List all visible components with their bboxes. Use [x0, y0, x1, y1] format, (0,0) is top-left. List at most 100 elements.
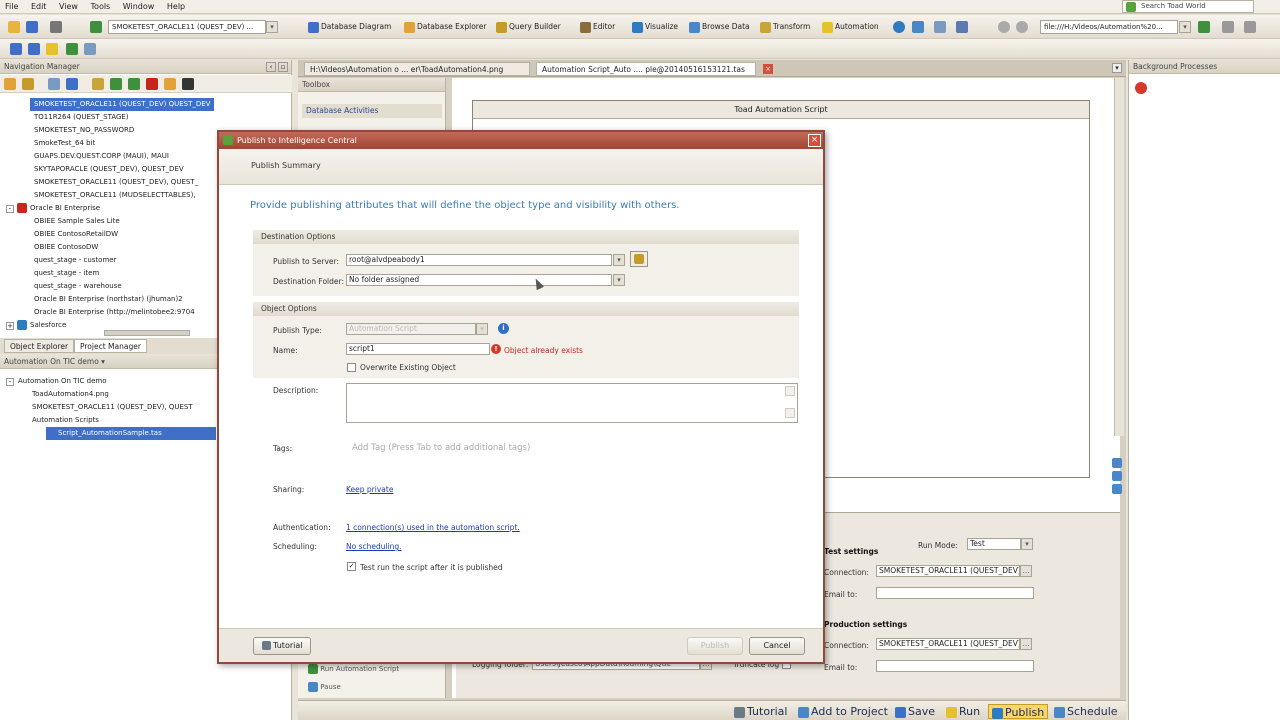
zoom-controls[interactable] [1112, 458, 1124, 498]
run-button[interactable]: Run [946, 704, 980, 719]
chevron-down-icon[interactable]: ▾ [613, 254, 625, 266]
menu-edit[interactable]: Edit [26, 0, 52, 13]
prod-email-field[interactable] [876, 660, 1034, 672]
tab-automation-script[interactable]: Automation Script_Auto .... ple@20140516… [536, 62, 756, 76]
cancel-button[interactable]: Cancel [749, 637, 805, 655]
collapse-icon[interactable]: - [6, 205, 14, 213]
tree-group[interactable]: Salesforce [30, 319, 66, 332]
tree-item[interactable]: quest_stage - customer [34, 254, 116, 267]
settings-icon[interactable] [1222, 21, 1234, 33]
overwrite-checkbox[interactable] [347, 363, 356, 372]
add-to-project-button[interactable]: Add to Project [798, 704, 888, 719]
automation-button[interactable]: Automation [822, 20, 879, 34]
name-field[interactable]: script1 [346, 343, 490, 355]
browse-icon[interactable]: … [1020, 638, 1032, 650]
toolbox-item[interactable]: Pause [308, 682, 341, 692]
authentication-link[interactable]: 1 connection(s) used in the automation s… [346, 523, 520, 532]
filter-icon[interactable] [164, 78, 176, 90]
tree-group[interactable]: Automation On TIC demo [18, 375, 106, 388]
description-textarea[interactable] [346, 383, 798, 423]
tree-item[interactable]: OBIEE ContosoRetailDW [34, 228, 118, 241]
pin-icon[interactable]: ▫ [278, 62, 288, 72]
tab-image-document[interactable]: H:\Videos\Automation o ... er\ToadAutoma… [304, 62, 530, 76]
add-icon[interactable] [66, 43, 78, 55]
chevron-down-icon[interactable]: ▾ [613, 274, 625, 286]
print-icon[interactable] [50, 21, 62, 33]
horizontal-scrollbar[interactable] [104, 330, 190, 336]
tree-item[interactable]: quest_stage - warehouse [34, 280, 122, 293]
tree-item[interactable]: SMOKETEST_ORACLE11 (QUEST_DEV), QUEST [32, 401, 193, 414]
sharing-link[interactable]: Keep private [346, 485, 393, 494]
tree-item[interactable]: ToadAutomation4.png [32, 388, 109, 401]
star-icon[interactable] [22, 78, 34, 90]
back-icon[interactable] [998, 21, 1010, 33]
info-icon[interactable]: i [498, 323, 509, 334]
tags-input[interactable]: Add Tag (Press Tab to add additional tag… [352, 443, 530, 453]
save-button[interactable]: Save [895, 704, 935, 719]
layout-icon[interactable] [956, 21, 968, 33]
visualize-button[interactable]: Visualize [632, 20, 678, 34]
save-icon[interactable] [26, 21, 38, 33]
close-icon[interactable]: × [763, 64, 773, 74]
chevron-down-icon[interactable]: ▾ [1112, 63, 1122, 73]
minimize-icon[interactable]: ‹ [266, 62, 276, 72]
test-run-checkbox[interactable]: ✓ [347, 562, 356, 571]
browse-icon[interactable]: … [1020, 565, 1032, 577]
query-builder-button[interactable]: Query Builder [496, 20, 561, 34]
tree-item[interactable]: quest_stage - item [34, 267, 99, 280]
search-input[interactable]: Search Toad World [1122, 0, 1254, 13]
fit-icon[interactable] [1112, 484, 1122, 494]
tree-item[interactable]: GUAPS.DEV.QUEST.CORP (MAUI), MAUI [34, 150, 169, 163]
folder-icon[interactable] [92, 78, 104, 90]
import-icon[interactable] [110, 78, 122, 90]
database-diagram-button[interactable]: Database Diagram [308, 20, 391, 34]
zoom-out-icon[interactable] [1112, 471, 1122, 481]
tree-group[interactable]: Automation Scripts [32, 414, 99, 427]
tree-item[interactable]: Oracle BI Enterprise (northstar) (jhuman… [34, 293, 183, 306]
connection-icon[interactable] [4, 78, 16, 90]
chevron-down-icon[interactable]: ▾ [1021, 538, 1033, 550]
tab-project-manager[interactable]: Project Manager [74, 339, 147, 353]
connection-combo[interactable]: SMOKETEST_ORACLE11 (QUEST_DEV) ... [108, 20, 266, 34]
new-icon[interactable] [8, 21, 20, 33]
tree-item[interactable]: SMOKETEST_NO_PASSWORD [34, 124, 134, 137]
publish-server-field[interactable]: root@alvdpeabody1 [346, 254, 612, 266]
browse-data-button[interactable]: Browse Data [689, 20, 750, 34]
lightning-icon[interactable] [46, 43, 58, 55]
panel-icon[interactable] [934, 21, 946, 33]
publish-button[interactable]: Publish [988, 704, 1049, 719]
prod-connection-field[interactable]: SMOKETEST_ORACLE11 (QUEST_DEV) [876, 638, 1020, 650]
tutorial-button[interactable]: Tutorial [253, 637, 311, 655]
tutorial-button[interactable]: Tutorial [734, 704, 787, 719]
link-icon[interactable] [48, 78, 60, 90]
database-explorer-button[interactable]: Database Explorer [404, 20, 486, 34]
options-icon[interactable] [1244, 21, 1256, 33]
tree-group[interactable]: Oracle BI Enterprise [30, 202, 100, 215]
tree-item[interactable]: SMOKETEST_ORACLE11 (QUEST_DEV) QUEST_DEV [30, 98, 215, 111]
collapse-icon[interactable]: - [6, 378, 14, 386]
chevron-down-icon[interactable]: ▾ [1179, 21, 1191, 33]
scheduling-link[interactable]: No scheduling. [346, 542, 402, 551]
test-email-field[interactable] [876, 587, 1034, 599]
window-icon[interactable] [912, 21, 924, 33]
vertical-scrollbar[interactable] [1114, 78, 1124, 436]
copy-icon[interactable] [84, 43, 96, 55]
tree-item[interactable]: SMOKETEST_ORACLE11 (MUDSELECTTABLES), [34, 189, 196, 202]
export-icon[interactable] [128, 78, 140, 90]
monitor-icon[interactable] [182, 78, 194, 90]
server-settings-button[interactable] [630, 251, 648, 267]
save-all-icon[interactable] [10, 43, 22, 55]
save-icon[interactable] [28, 43, 40, 55]
publish-button[interactable]: Publish [687, 637, 743, 655]
publish-type-select[interactable]: Automation Script [346, 323, 476, 335]
menu-file[interactable]: File [0, 0, 23, 13]
go-icon[interactable] [1198, 21, 1210, 33]
scroll-up-icon[interactable] [785, 386, 795, 396]
editor-button[interactable]: Editor [580, 20, 615, 34]
menu-tools[interactable]: Tools [86, 0, 116, 13]
tree-item[interactable]: SmokeTest_64 bit [34, 137, 95, 150]
tree-item[interactable]: SKYTAPORACLE (QUEST_DEV), QUEST_DEV [34, 163, 184, 176]
toolbox-item[interactable]: Run Automation Script [308, 664, 399, 674]
tree-item[interactable]: Script_AutomationSample.tas [46, 427, 216, 440]
scroll-down-icon[interactable] [785, 408, 795, 418]
